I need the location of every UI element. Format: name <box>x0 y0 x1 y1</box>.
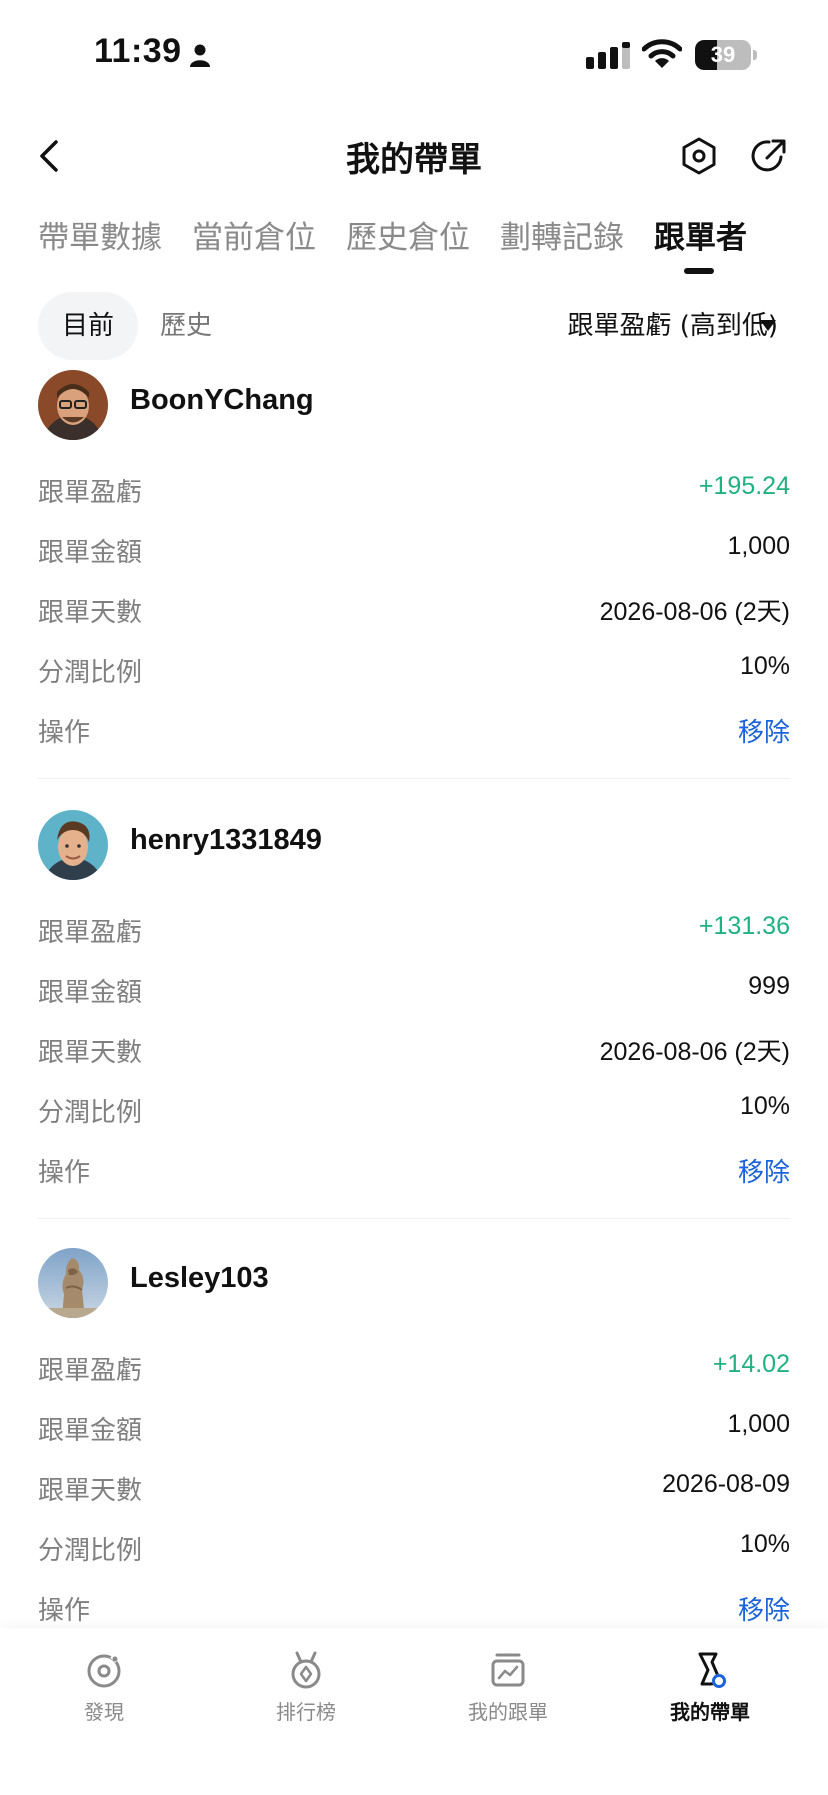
caret-down-icon[interactable] <box>760 320 776 331</box>
nav-label: 我的帶單 <box>670 1700 750 1724</box>
share-icon[interactable] <box>750 136 788 180</box>
days-label: 跟單天數 <box>38 1476 143 1506</box>
profit-share-label: 分潤比例 <box>38 1098 143 1128</box>
battery-percent: 39 <box>710 42 736 67</box>
pnl-label: 跟單盈虧 <box>38 918 143 948</box>
amount-value: 1,000 <box>727 1410 790 1438</box>
status-bar: 11:39 39 <box>0 0 828 112</box>
action-row: 操作 移除 <box>38 1152 790 1192</box>
avatar[interactable] <box>38 1248 108 1318</box>
battery-icon: 39 <box>695 40 751 70</box>
filter-row: 目前 歷史 跟單盈虧 (高到低) <box>0 290 828 362</box>
profit-share-value: 10% <box>739 652 790 680</box>
wifi-icon <box>641 38 683 74</box>
profit-share-row: 分潤比例 10% <box>38 652 790 692</box>
nav-label: 我的跟單 <box>468 1700 548 1724</box>
remove-button[interactable]: 移除 <box>738 1152 790 1189</box>
pnl-value: +195.24 <box>698 472 790 500</box>
tab-transfer-records[interactable]: 劃轉記錄 <box>500 212 624 257</box>
follower-username[interactable]: BoonYChang <box>130 384 314 417</box>
amount-label: 跟單金額 <box>38 978 143 1008</box>
remove-button[interactable]: 移除 <box>738 1590 790 1627</box>
days-row: 跟單天數 2026-08-06 (2天) <box>38 1032 790 1072</box>
remove-button[interactable]: 移除 <box>738 712 790 749</box>
days-row: 跟單天數 2026-08-09 <box>38 1470 790 1510</box>
action-label: 操作 <box>38 1596 91 1626</box>
days-row: 跟單天數 2026-08-06 (2天) <box>38 592 790 632</box>
avatar[interactable] <box>38 370 108 440</box>
cellular-signal-icon <box>586 42 632 74</box>
action-label: 操作 <box>38 1158 91 1188</box>
settings-hexagon-icon[interactable] <box>680 136 718 180</box>
nav-my-copy[interactable]: 我的跟單 <box>428 1650 588 1725</box>
filter-current-button[interactable]: 目前 <box>38 292 138 360</box>
sort-dropdown[interactable]: 跟單盈虧 (高到低) <box>567 292 778 360</box>
amount-label: 跟單金額 <box>38 1416 143 1446</box>
days-label: 跟單天數 <box>38 1038 143 1068</box>
days-value: 2026-08-06 (2天) <box>599 1038 790 1066</box>
my-lead-icon <box>630 1650 790 1690</box>
action-label: 操作 <box>38 718 91 748</box>
status-time: 11:39 <box>94 32 182 70</box>
ranking-medal-icon <box>226 1650 386 1690</box>
discover-icon <box>24 1650 184 1690</box>
avatar[interactable] <box>38 810 108 880</box>
follower-username[interactable]: henry1331849 <box>130 824 322 857</box>
my-copy-chart-icon <box>428 1650 588 1690</box>
days-value: 2026-08-06 (2天) <box>599 598 790 626</box>
pnl-row: 跟單盈虧 +195.24 <box>38 472 790 512</box>
nav-discover[interactable]: 發現 <box>24 1650 184 1725</box>
divider <box>38 778 790 779</box>
profit-share-label: 分潤比例 <box>38 658 143 688</box>
amount-value: 1,000 <box>727 532 790 560</box>
profit-share-value: 10% <box>739 1092 790 1120</box>
divider <box>38 1218 790 1219</box>
amount-row: 跟單金額 999 <box>38 972 790 1012</box>
tab-followers[interactable]: 跟單者 <box>654 212 747 257</box>
person-icon <box>188 43 212 71</box>
action-row: 操作 移除 <box>38 1590 790 1630</box>
battery-tip <box>753 50 757 60</box>
tab-history-positions[interactable]: 歷史倉位 <box>346 212 470 257</box>
profit-share-value: 10% <box>739 1530 790 1558</box>
pnl-label: 跟單盈虧 <box>38 1356 143 1386</box>
nav-label: 排行榜 <box>276 1700 336 1724</box>
amount-row: 跟單金額 1,000 <box>38 532 790 572</box>
profit-share-row: 分潤比例 10% <box>38 1530 790 1570</box>
tab-lead-data[interactable]: 帶單數據 <box>38 212 162 257</box>
filter-history-button[interactable]: 歷史 <box>160 292 212 360</box>
profit-share-row: 分潤比例 10% <box>38 1092 790 1132</box>
days-value: 2026-08-09 <box>662 1470 790 1498</box>
bottom-nav: 發現 排行榜 我的跟單 我的帶單 <box>0 1628 828 1795</box>
profit-share-label: 分潤比例 <box>38 1536 143 1566</box>
nav-my-lead[interactable]: 我的帶單 <box>630 1650 790 1725</box>
amount-label: 跟單金額 <box>38 538 143 568</box>
amount-row: 跟單金額 1,000 <box>38 1410 790 1450</box>
pnl-value: +14.02 <box>712 1350 790 1378</box>
tab-current-positions[interactable]: 當前倉位 <box>192 212 316 257</box>
page: 11:39 39 我的帶單 帶單數據 當前倉位 歷史倉位 劃轉記錄 跟單者 目前… <box>0 0 828 1795</box>
follower-username[interactable]: Lesley103 <box>130 1262 269 1295</box>
pnl-row: 跟單盈虧 +131.36 <box>38 912 790 952</box>
nav-ranking[interactable]: 排行榜 <box>226 1650 386 1725</box>
amount-value: 999 <box>748 972 790 1000</box>
header: 我的帶單 <box>0 112 828 202</box>
action-row: 操作 移除 <box>38 712 790 752</box>
pnl-value: +131.36 <box>698 912 790 940</box>
nav-label: 發現 <box>84 1700 124 1724</box>
active-tab-indicator <box>684 268 714 274</box>
pnl-label: 跟單盈虧 <box>38 478 143 508</box>
days-label: 跟單天數 <box>38 598 143 628</box>
pnl-row: 跟單盈虧 +14.02 <box>38 1350 790 1390</box>
